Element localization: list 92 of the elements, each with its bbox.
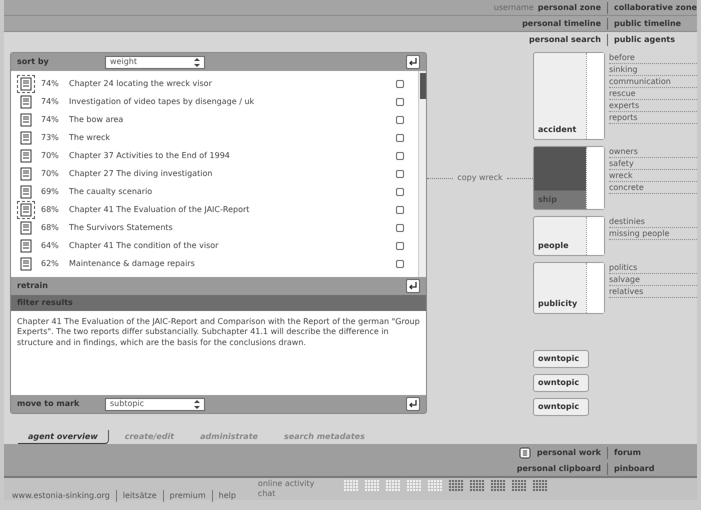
subtopic-link[interactable]: sinking xyxy=(609,64,697,76)
link-label: copy wreck xyxy=(457,172,503,184)
grid-icon xyxy=(365,480,380,492)
checkbox[interactable] xyxy=(396,206,404,214)
dropdown[interactable]: subtopic xyxy=(105,398,205,410)
spinner-icon xyxy=(194,400,200,408)
footer-link[interactable]: help xyxy=(212,490,236,502)
checkbox[interactable] xyxy=(396,152,404,160)
checkbox[interactable] xyxy=(396,242,404,250)
checkbox[interactable] xyxy=(396,260,404,268)
result-item[interactable]: 74% Chapter 24 locating the wreck visor xyxy=(17,75,412,93)
subtopic-link[interactable]: experts xyxy=(609,100,697,112)
nav-link[interactable]: collaborative zone xyxy=(608,2,697,14)
result-item[interactable]: 68% The Survivors Statements xyxy=(17,219,412,237)
grid-icon xyxy=(512,480,528,492)
document-icon xyxy=(518,446,531,458)
grid-icon xyxy=(491,480,506,492)
status-link[interactable]: online activity xyxy=(258,479,314,489)
return-icon xyxy=(408,399,418,409)
bar-label: move to mark xyxy=(17,398,80,410)
bar-label: sort by xyxy=(17,56,50,68)
spinner-icon xyxy=(194,58,200,66)
result-item[interactable]: 74% Investigation of video tapes by disengage / uk xyxy=(17,93,412,111)
topic-button[interactable]: owntopic xyxy=(533,350,589,368)
subtopic-link[interactable]: salvage xyxy=(609,274,697,286)
result-item[interactable]: 62% Maintenance & damage repairs xyxy=(17,255,412,273)
subtopic-link[interactable]: reports xyxy=(609,112,697,124)
dropdown-value: weight xyxy=(110,56,137,68)
grid-icon xyxy=(449,480,464,492)
return-button[interactable] xyxy=(406,55,420,69)
topic-card[interactable]: people xyxy=(533,216,605,256)
return-icon xyxy=(408,281,418,291)
result-item[interactable]: 73% The wreck xyxy=(17,129,412,147)
subtopic-link[interactable]: rescue xyxy=(609,88,697,100)
status-link[interactable]: chat xyxy=(258,489,314,499)
subtopic-link[interactable]: owners xyxy=(609,146,697,158)
footer-link[interactable]: premium xyxy=(162,490,206,502)
subtopic-link[interactable]: before xyxy=(609,52,697,64)
subtopic-link[interactable]: missing people xyxy=(609,228,697,240)
dropdown-value: subtopic xyxy=(110,398,144,410)
checkbox[interactable] xyxy=(396,80,404,88)
grid-icon xyxy=(533,480,548,492)
dropdown[interactable]: weight xyxy=(105,56,205,68)
result-item[interactable]: 68% Chapter 41 The Evaluation of the JAIC-Report xyxy=(17,201,412,219)
nav-link[interactable]: forum xyxy=(608,446,641,458)
subtopic-link[interactable]: communication xyxy=(609,76,697,88)
grid-icon xyxy=(386,480,402,492)
checkbox[interactable] xyxy=(396,98,404,106)
grid-icon xyxy=(407,480,422,492)
result-item[interactable]: 64% Chapter 41 The condition of the visor xyxy=(17,237,412,255)
document-icon xyxy=(17,201,35,219)
subtopic-link[interactable]: politics xyxy=(609,262,697,274)
topic-card[interactable]: publicity xyxy=(533,262,605,314)
nav-link[interactable]: personal zone xyxy=(538,2,601,12)
grid-icon xyxy=(344,480,360,492)
nav-link[interactable]: personal search xyxy=(529,35,601,44)
nav-link[interactable]: public agents xyxy=(608,34,675,46)
username-label: username xyxy=(494,2,534,12)
nav-link[interactable]: public timeline xyxy=(608,18,682,30)
checkbox[interactable] xyxy=(396,170,404,178)
scrollbar[interactable] xyxy=(418,71,426,277)
bar-label: retrain xyxy=(17,280,49,292)
subtopic-link[interactable]: safety xyxy=(609,158,697,170)
result-item[interactable]: 74% The bow area xyxy=(17,111,412,129)
bar-label: filter results xyxy=(17,297,74,309)
footer-link[interactable]: www.estonia-sinking.org xyxy=(12,490,110,502)
nav-link[interactable]: pinboard xyxy=(608,462,654,474)
grid-icon xyxy=(428,480,444,492)
description-text: Chapter 41 The Evaluation of the JAIC-Report and Comparison with the Report of the german "Group Experts". The two reports differ substancially. Subchapter 41.1 will describe the difference in structure and in findings, which are the basis for the conclusions drawn. xyxy=(16,316,421,349)
nav-link[interactable]: personal timeline xyxy=(522,18,601,28)
subtopic-link[interactable]: relatives xyxy=(609,286,697,298)
return-button[interactable] xyxy=(406,279,420,293)
document-icon xyxy=(17,75,35,93)
subtopic-link[interactable]: wreck xyxy=(609,170,697,182)
subtopic-link[interactable]: destinies xyxy=(609,216,697,228)
result-item[interactable]: 70% Chapter 27 The diving investigation xyxy=(17,165,412,183)
topic-button[interactable]: owntopic xyxy=(533,398,589,416)
checkbox[interactable] xyxy=(396,188,404,196)
checkbox[interactable] xyxy=(396,116,404,124)
return-icon xyxy=(408,57,418,67)
topic-button[interactable]: owntopic xyxy=(533,374,589,392)
checkbox[interactable] xyxy=(396,134,404,142)
checkbox[interactable] xyxy=(396,224,404,232)
topic-card[interactable]: accident xyxy=(533,52,605,140)
subtopic-link[interactable]: concrete xyxy=(609,182,697,194)
nav-link[interactable]: personal work xyxy=(536,446,601,458)
nav-link[interactable]: personal clipboard xyxy=(516,462,601,474)
result-item[interactable]: 69% The caualty scenario xyxy=(17,183,412,201)
result-item[interactable]: 70% Chapter 37 Activities to the End of 1994 xyxy=(17,147,412,165)
footer-link[interactable]: leitsätze xyxy=(116,490,157,502)
grid-icon xyxy=(470,480,486,492)
return-button[interactable] xyxy=(406,397,420,411)
